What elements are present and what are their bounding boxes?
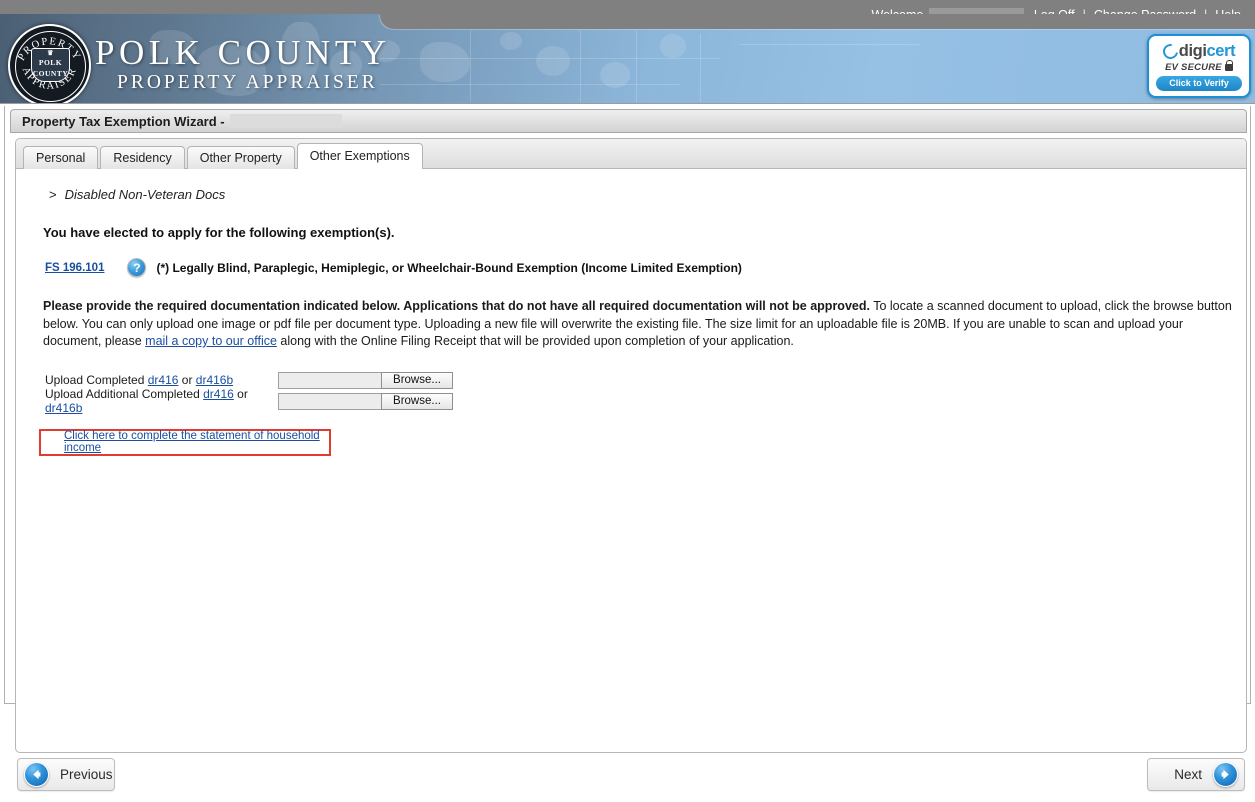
browse-button-1[interactable]: Browse... — [381, 371, 453, 389]
map-texture-line — [636, 30, 637, 102]
household-income-link[interactable]: Click here to complete the statement of … — [64, 430, 329, 454]
dr416-link[interactable]: dr416 — [148, 373, 179, 387]
mail-to-office-link[interactable]: mail a copy to our office — [145, 334, 277, 348]
elected-exemptions-heading: You have elected to apply for the follow… — [43, 225, 395, 240]
help-question-icon[interactable]: ? — [127, 258, 147, 277]
page-body: Property Tax Exemption Wizard - Personal… — [0, 103, 1255, 791]
file-path-display-1[interactable] — [278, 371, 381, 389]
file-upload-1[interactable]: Browse... — [278, 371, 453, 389]
digicert-seal-badge[interactable]: digi cert EV SECURE Click to Verify — [1147, 34, 1251, 98]
dr416-link[interactable]: dr416 — [203, 387, 234, 401]
seal-shield: ♛ POLK COUNTY — [31, 48, 70, 82]
seal-shield-line1: POLK — [38, 58, 63, 67]
upload-conjunction: or — [178, 373, 196, 387]
banner-title: POLK COUNTY PROPERTY APPRAISER — [95, 34, 390, 94]
banner-title-line1: POLK COUNTY — [95, 33, 391, 72]
crown-icon: ♛ — [47, 49, 54, 57]
tab-strip: Personal Residency Other Property Other … — [16, 139, 1246, 169]
wizard-footer: Previous Next — [15, 758, 1247, 802]
page-title: Property Tax Exemption Wizard - — [22, 113, 225, 129]
arrow-right-icon — [1213, 762, 1238, 787]
map-texture-line — [740, 44, 920, 45]
upload-label-prefix: Upload Completed — [45, 373, 148, 387]
tab-personal[interactable]: Personal — [23, 146, 99, 169]
instructions-bold: Please provide the required documentatio… — [43, 299, 870, 313]
upload-fields-group: Upload Completed dr416 or dr416b Browse.… — [45, 371, 1230, 415]
digicert-wordmark: digi cert — [1154, 40, 1244, 62]
polk-county-seal-logo: PROPERTY APPRAISER ♛ POLK COUNTY — [8, 24, 91, 103]
lock-icon — [1224, 60, 1234, 71]
upload-label-2: Upload Additional Completed dr416 or dr4… — [45, 387, 278, 415]
ev-secure-label: EV SECURE — [1154, 60, 1244, 73]
banner-title-line2: PROPERTY APPRAISER — [117, 72, 378, 93]
file-upload-2[interactable]: Browse... — [278, 392, 453, 410]
seal-shield-line2: COUNTY — [32, 68, 69, 78]
ev-secure-text: EV SECURE — [1165, 62, 1222, 73]
arrow-left-icon — [24, 762, 49, 787]
tab-other-exemptions[interactable]: Other Exemptions — [296, 143, 423, 169]
upload-row: Upload Additional Completed dr416 or dr4… — [45, 387, 1230, 415]
map-texture-shape — [420, 42, 470, 82]
exemption-row: FS 196.101 ? (*) Legally Blind, Parapleg… — [45, 258, 1230, 277]
digicert-swirl-icon — [1159, 40, 1181, 62]
breadcrumb: > Disabled Non-Veteran Docs — [49, 187, 1230, 202]
breadcrumb-label: Disabled Non-Veteran Docs — [64, 187, 226, 202]
map-texture-line — [380, 84, 680, 85]
tab-content-panel: > Disabled Non-Veteran Docs You have elec… — [16, 170, 1246, 753]
page-inner-frame: Property Tax Exemption Wizard - Personal… — [4, 106, 1251, 791]
banner-notch — [380, 14, 1255, 29]
previous-button-label: Previous — [60, 767, 113, 782]
file-path-display-2[interactable] — [278, 392, 381, 410]
map-texture-shape — [536, 46, 570, 76]
wizard-panel: Personal Residency Other Property Other … — [15, 138, 1247, 753]
dr416b-link[interactable]: dr416b — [196, 373, 233, 387]
digicert-brand-part1: digi — [1178, 41, 1207, 60]
instructions-paragraph: Please provide the required documentatio… — [43, 298, 1237, 351]
tab-other-property[interactable]: Other Property — [186, 146, 295, 169]
map-texture-line — [470, 30, 471, 102]
wizard-title-bar: Property Tax Exemption Wizard - — [10, 109, 1247, 133]
fs-statute-link[interactable]: FS 196.101 — [45, 262, 104, 274]
site-banner: PROPERTY APPRAISER ♛ POLK COUNTY POLK CO… — [0, 14, 1255, 103]
upload-label-1: Upload Completed dr416 or dr416b — [45, 373, 278, 387]
upload-label-prefix: Upload Additional Completed — [45, 387, 204, 401]
household-income-highlight-box: Click here to complete the statement of … — [39, 428, 331, 456]
next-button-label: Next — [1174, 767, 1202, 782]
dr416b-link[interactable]: dr416b — [45, 401, 82, 415]
browse-button-2[interactable]: Browse... — [381, 392, 453, 410]
tab-residency[interactable]: Residency — [100, 146, 185, 169]
click-to-verify-button[interactable]: Click to Verify — [1156, 76, 1242, 91]
exemption-description: (*) Legally Blind, Paraplegic, Hemiplegi… — [156, 260, 742, 275]
map-texture-shape — [500, 32, 522, 50]
digicert-brand-part2: cert — [1206, 41, 1236, 60]
map-texture-shape — [600, 62, 630, 88]
instructions-text-2: along with the Online Filing Receipt tha… — [276, 334, 794, 348]
redacted-applicant-name — [229, 114, 342, 128]
upload-conjunction: or — [233, 387, 248, 401]
map-texture-line — [380, 58, 720, 59]
previous-button[interactable]: Previous — [17, 758, 115, 791]
map-texture-line — [580, 30, 581, 102]
next-button[interactable]: Next — [1147, 758, 1245, 791]
breadcrumb-chevron: > — [49, 187, 57, 202]
map-texture-shape — [660, 34, 686, 58]
map-texture-line — [700, 34, 701, 102]
